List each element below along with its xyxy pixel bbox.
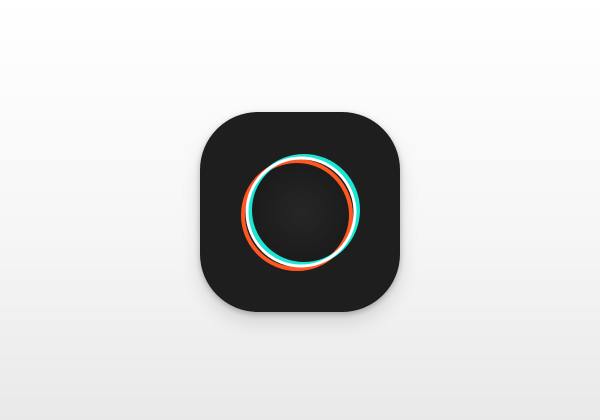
- polarr-ring-icon: [241, 154, 360, 271]
- app-icon[interactable]: [200, 112, 400, 312]
